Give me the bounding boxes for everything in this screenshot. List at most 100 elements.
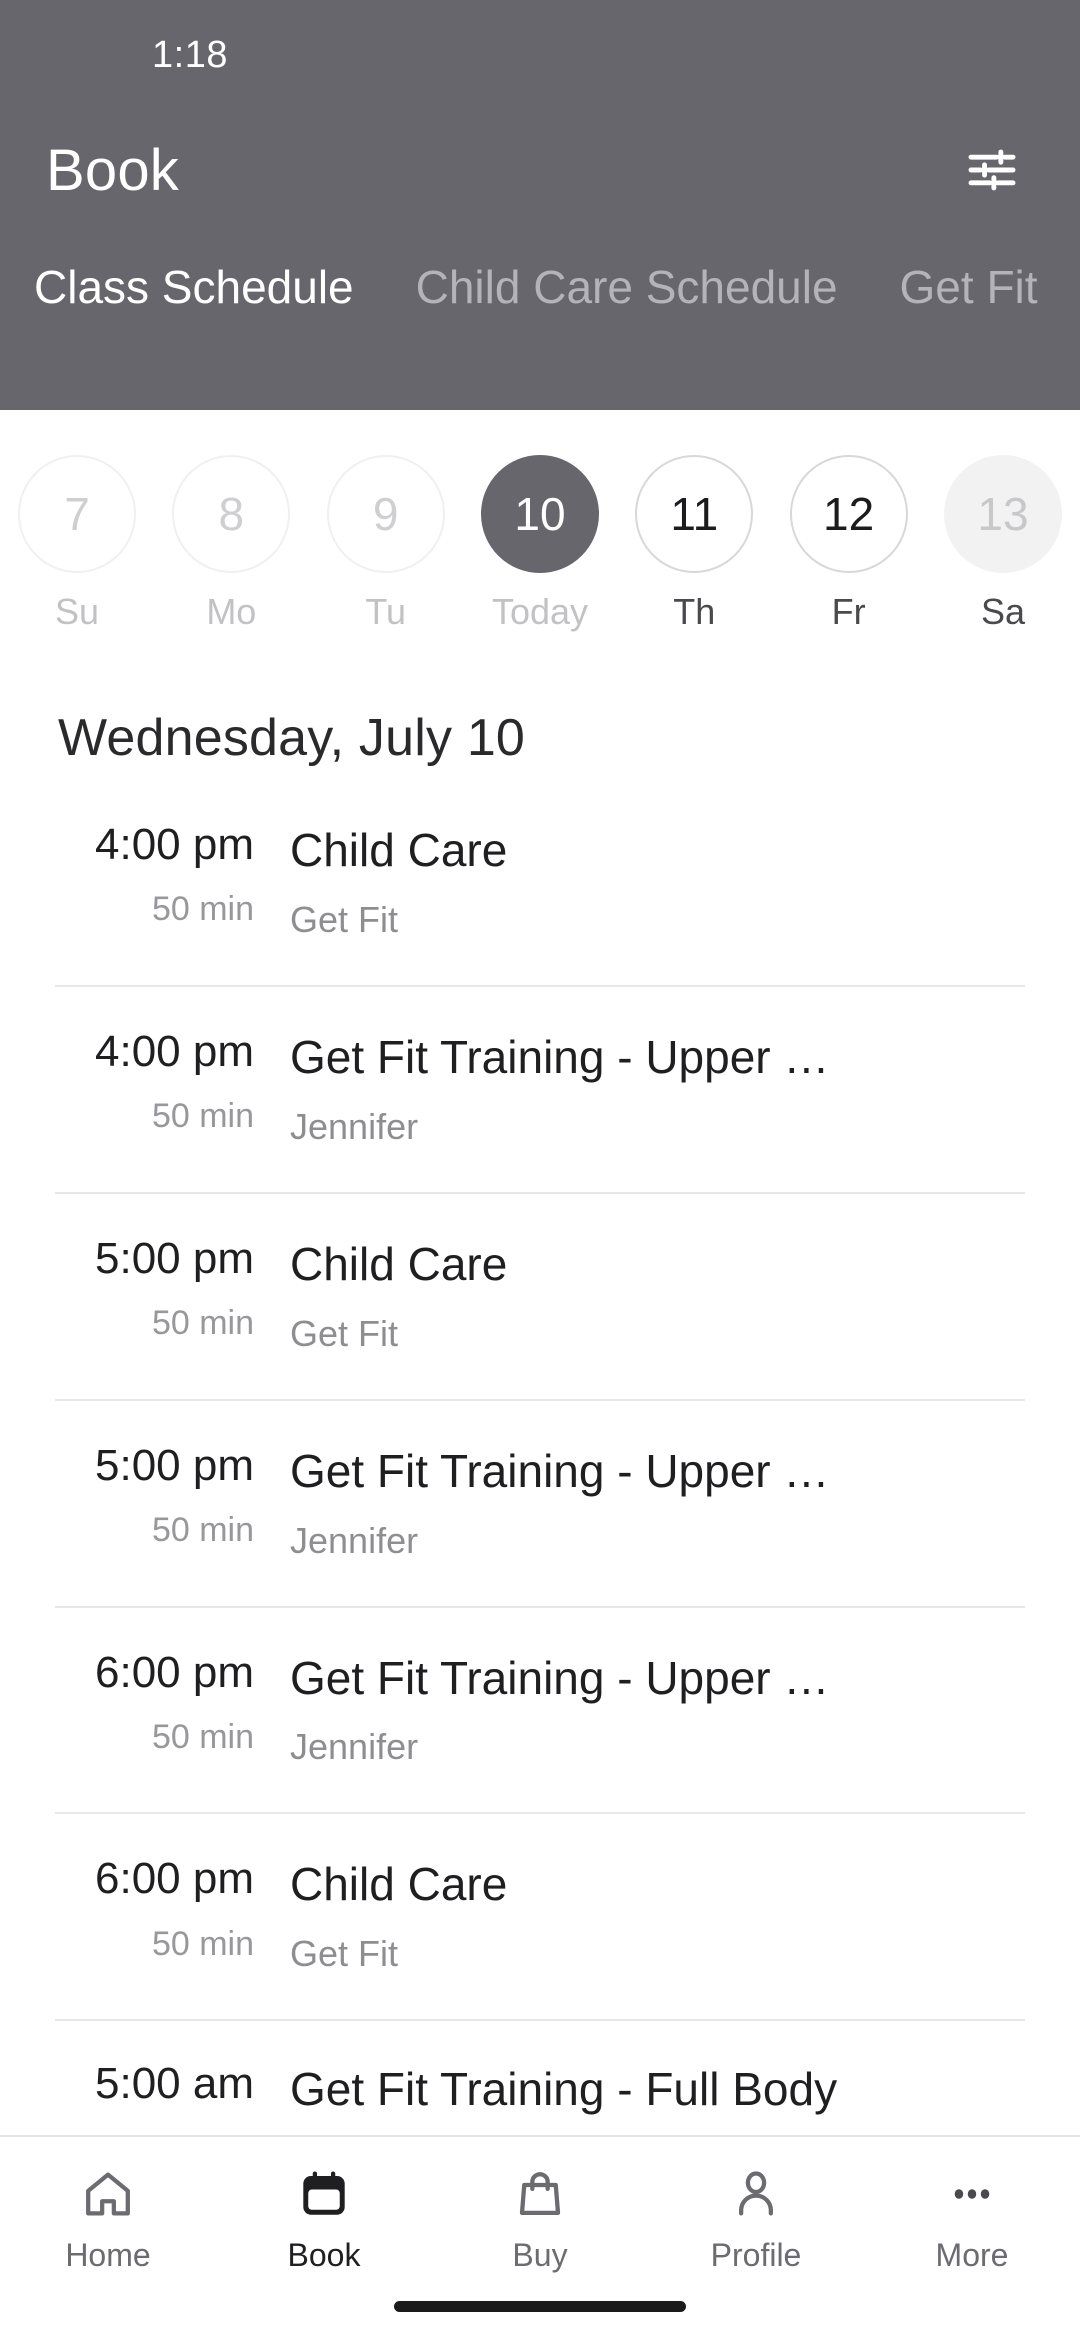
class-duration: 50 min [151, 890, 254, 929]
class-duration: 50 min [151, 1924, 254, 1963]
class-duration: 50 min [151, 1097, 254, 1136]
class-time: 6:00 pm [95, 1647, 254, 1697]
class-duration: 50 min [151, 1717, 254, 1756]
date-weekday-label: Tu [365, 591, 406, 632]
date-number: 13 [943, 455, 1062, 573]
date-number: 8 [172, 455, 291, 573]
date-cell-13[interactable]: 13 Sa [926, 455, 1080, 633]
row-time-block: 4:00 pm 50 min [0, 1026, 290, 1136]
class-time: 4:00 pm [95, 1026, 254, 1076]
class-instructor: Get Fit [290, 1312, 399, 1354]
status-bar: 1:18 [0, 0, 1080, 110]
schedule-row[interactable]: 5:00 pm 50 min Get Fit Training - Upper … [0, 1401, 1080, 1606]
date-weekday-label: Th [673, 591, 716, 632]
row-detail-block: Child Care Get Fit [290, 1236, 1044, 1355]
date-number: 7 [18, 455, 136, 573]
nav-label: Home [65, 2237, 151, 2273]
bag-icon [513, 2163, 567, 2225]
schedule-list: 4:00 pm 50 min Child Care Get Fit 4:00 p… [0, 808, 1080, 2135]
class-time: 5:00 am [95, 2059, 254, 2109]
nav-item-book[interactable]: Book [216, 2163, 432, 2274]
row-time-block: 5:00 pm 50 min [0, 1440, 290, 1550]
home-icon [81, 2163, 135, 2225]
date-weekday-label: Sa [980, 591, 1025, 632]
schedule-tabs[interactable]: Class Schedule Child Care Schedule Get F… [0, 252, 1080, 322]
tab-class-schedule[interactable]: Class Schedule [30, 252, 358, 322]
selected-date-heading: Wednesday, July 10 [58, 709, 526, 767]
schedule-row[interactable]: 4:00 pm 50 min Get Fit Training - Upper … [0, 987, 1080, 1192]
schedule-row[interactable]: 6:00 pm 50 min Child Care Get Fit [0, 1814, 1080, 2019]
nav-item-buy[interactable]: Buy [432, 2163, 648, 2274]
date-cell-11[interactable]: 11 Th [617, 455, 771, 633]
date-number: 12 [789, 455, 908, 573]
row-detail-block: Get Fit Training - Full Body [290, 2061, 1044, 2135]
app-header: 1:18 Book Class Schedule Child Care Sche… [0, 0, 1080, 410]
row-detail-block: Child Care Get Fit [290, 1856, 1044, 1975]
class-duration: 50 min [151, 1510, 254, 1549]
date-weekday-label: Mo [206, 591, 257, 632]
date-weekday-label: Today [491, 591, 589, 632]
row-detail-block: Get Fit Training - Upper … Jennifer [290, 1443, 1044, 1562]
row-detail-block: Get Fit Training - Upper … Jennifer [290, 1029, 1044, 1148]
class-time: 6:00 pm [95, 1854, 254, 1904]
nav-label: Buy [512, 2237, 568, 2273]
class-title: Get Fit Training - Upper … [290, 1651, 830, 1704]
bottom-navigation[interactable]: Home Book Buy Profile More [0, 2135, 1080, 2340]
page-title: Book [46, 137, 179, 203]
nav-label: More [935, 2237, 1009, 2273]
ellipsis-icon [945, 2163, 999, 2225]
date-number: 9 [326, 455, 445, 573]
nav-item-home[interactable]: Home [0, 2163, 216, 2274]
class-instructor: Get Fit [290, 898, 399, 940]
tab-get-fit[interactable]: Get Fit [896, 252, 1042, 322]
class-title: Child Care [290, 1237, 508, 1290]
date-weekday-label: Fr [831, 591, 866, 632]
app-screen: 1:18 Book Class Schedule Child Care Sche… [0, 0, 1080, 2340]
schedule-row[interactable]: 5:00 am Get Fit Training - Full Body [0, 2021, 1080, 2135]
date-cell-7[interactable]: 7 Su [0, 455, 154, 633]
class-instructor: Jennifer [290, 1105, 419, 1147]
class-duration: 50 min [151, 1303, 254, 1342]
date-number: 11 [635, 455, 754, 573]
row-time-block: 4:00 pm 50 min [0, 820, 290, 929]
status-bar-clock: 1:18 [152, 33, 228, 76]
title-bar: Book [0, 110, 1080, 230]
tab-child-care-schedule[interactable]: Child Care Schedule [412, 252, 842, 322]
filter-icon[interactable] [952, 130, 1032, 210]
date-weekday-label: Su [54, 591, 100, 632]
date-cell-10-selected[interactable]: 10 Today [463, 455, 617, 633]
class-instructor: Jennifer [290, 1519, 419, 1561]
row-time-block: 5:00 am [0, 2061, 290, 2129]
row-detail-block: Get Fit Training - Upper … Jennifer [290, 1650, 1044, 1769]
person-icon [729, 2163, 783, 2225]
date-selector[interactable]: 7 Su 8 Mo 9 Tu 10 Today 11 Th 12 Fr 13 S… [0, 410, 1080, 680]
class-instructor: Jennifer [290, 1726, 419, 1768]
schedule-row[interactable]: 5:00 pm 50 min Child Care Get Fit [0, 1194, 1080, 1399]
home-indicator [394, 2301, 686, 2312]
date-cell-12[interactable]: 12 Fr [772, 455, 926, 633]
nav-label: Book [287, 2237, 361, 2273]
date-number: 10 [480, 455, 599, 573]
schedule-row[interactable]: 4:00 pm 50 min Child Care Get Fit [0, 808, 1080, 985]
class-title: Child Care [290, 824, 508, 876]
nav-item-more[interactable]: More [864, 2163, 1080, 2274]
schedule-list-container[interactable]: Wednesday, July 10 4:00 pm 50 min Child … [0, 680, 1080, 2135]
class-time: 5:00 pm [95, 1233, 254, 1283]
date-cell-8[interactable]: 8 Mo [154, 455, 308, 633]
class-title: Get Fit Training - Upper … [290, 1444, 830, 1497]
row-time-block: 6:00 pm 50 min [0, 1856, 290, 1963]
class-time: 5:00 pm [95, 1440, 254, 1490]
calendar-icon [297, 2163, 351, 2225]
row-time-block: 6:00 pm 50 min [0, 1647, 290, 1757]
nav-label: Profile [710, 2237, 802, 2273]
schedule-row[interactable]: 6:00 pm 50 min Get Fit Training - Upper … [0, 1608, 1080, 1813]
nav-item-profile[interactable]: Profile [648, 2163, 864, 2274]
date-cell-9[interactable]: 9 Tu [309, 455, 463, 633]
row-time-block: 5:00 pm 50 min [0, 1233, 290, 1343]
class-instructor: Get Fit [290, 1933, 399, 1975]
class-title: Get Fit Training - Upper … [290, 1030, 830, 1083]
class-title: Get Fit Training - Full Body [290, 2063, 838, 2116]
class-time: 4:00 pm [95, 820, 254, 869]
class-title: Child Care [290, 1858, 508, 1911]
row-detail-block: Child Care Get Fit [290, 822, 1044, 941]
